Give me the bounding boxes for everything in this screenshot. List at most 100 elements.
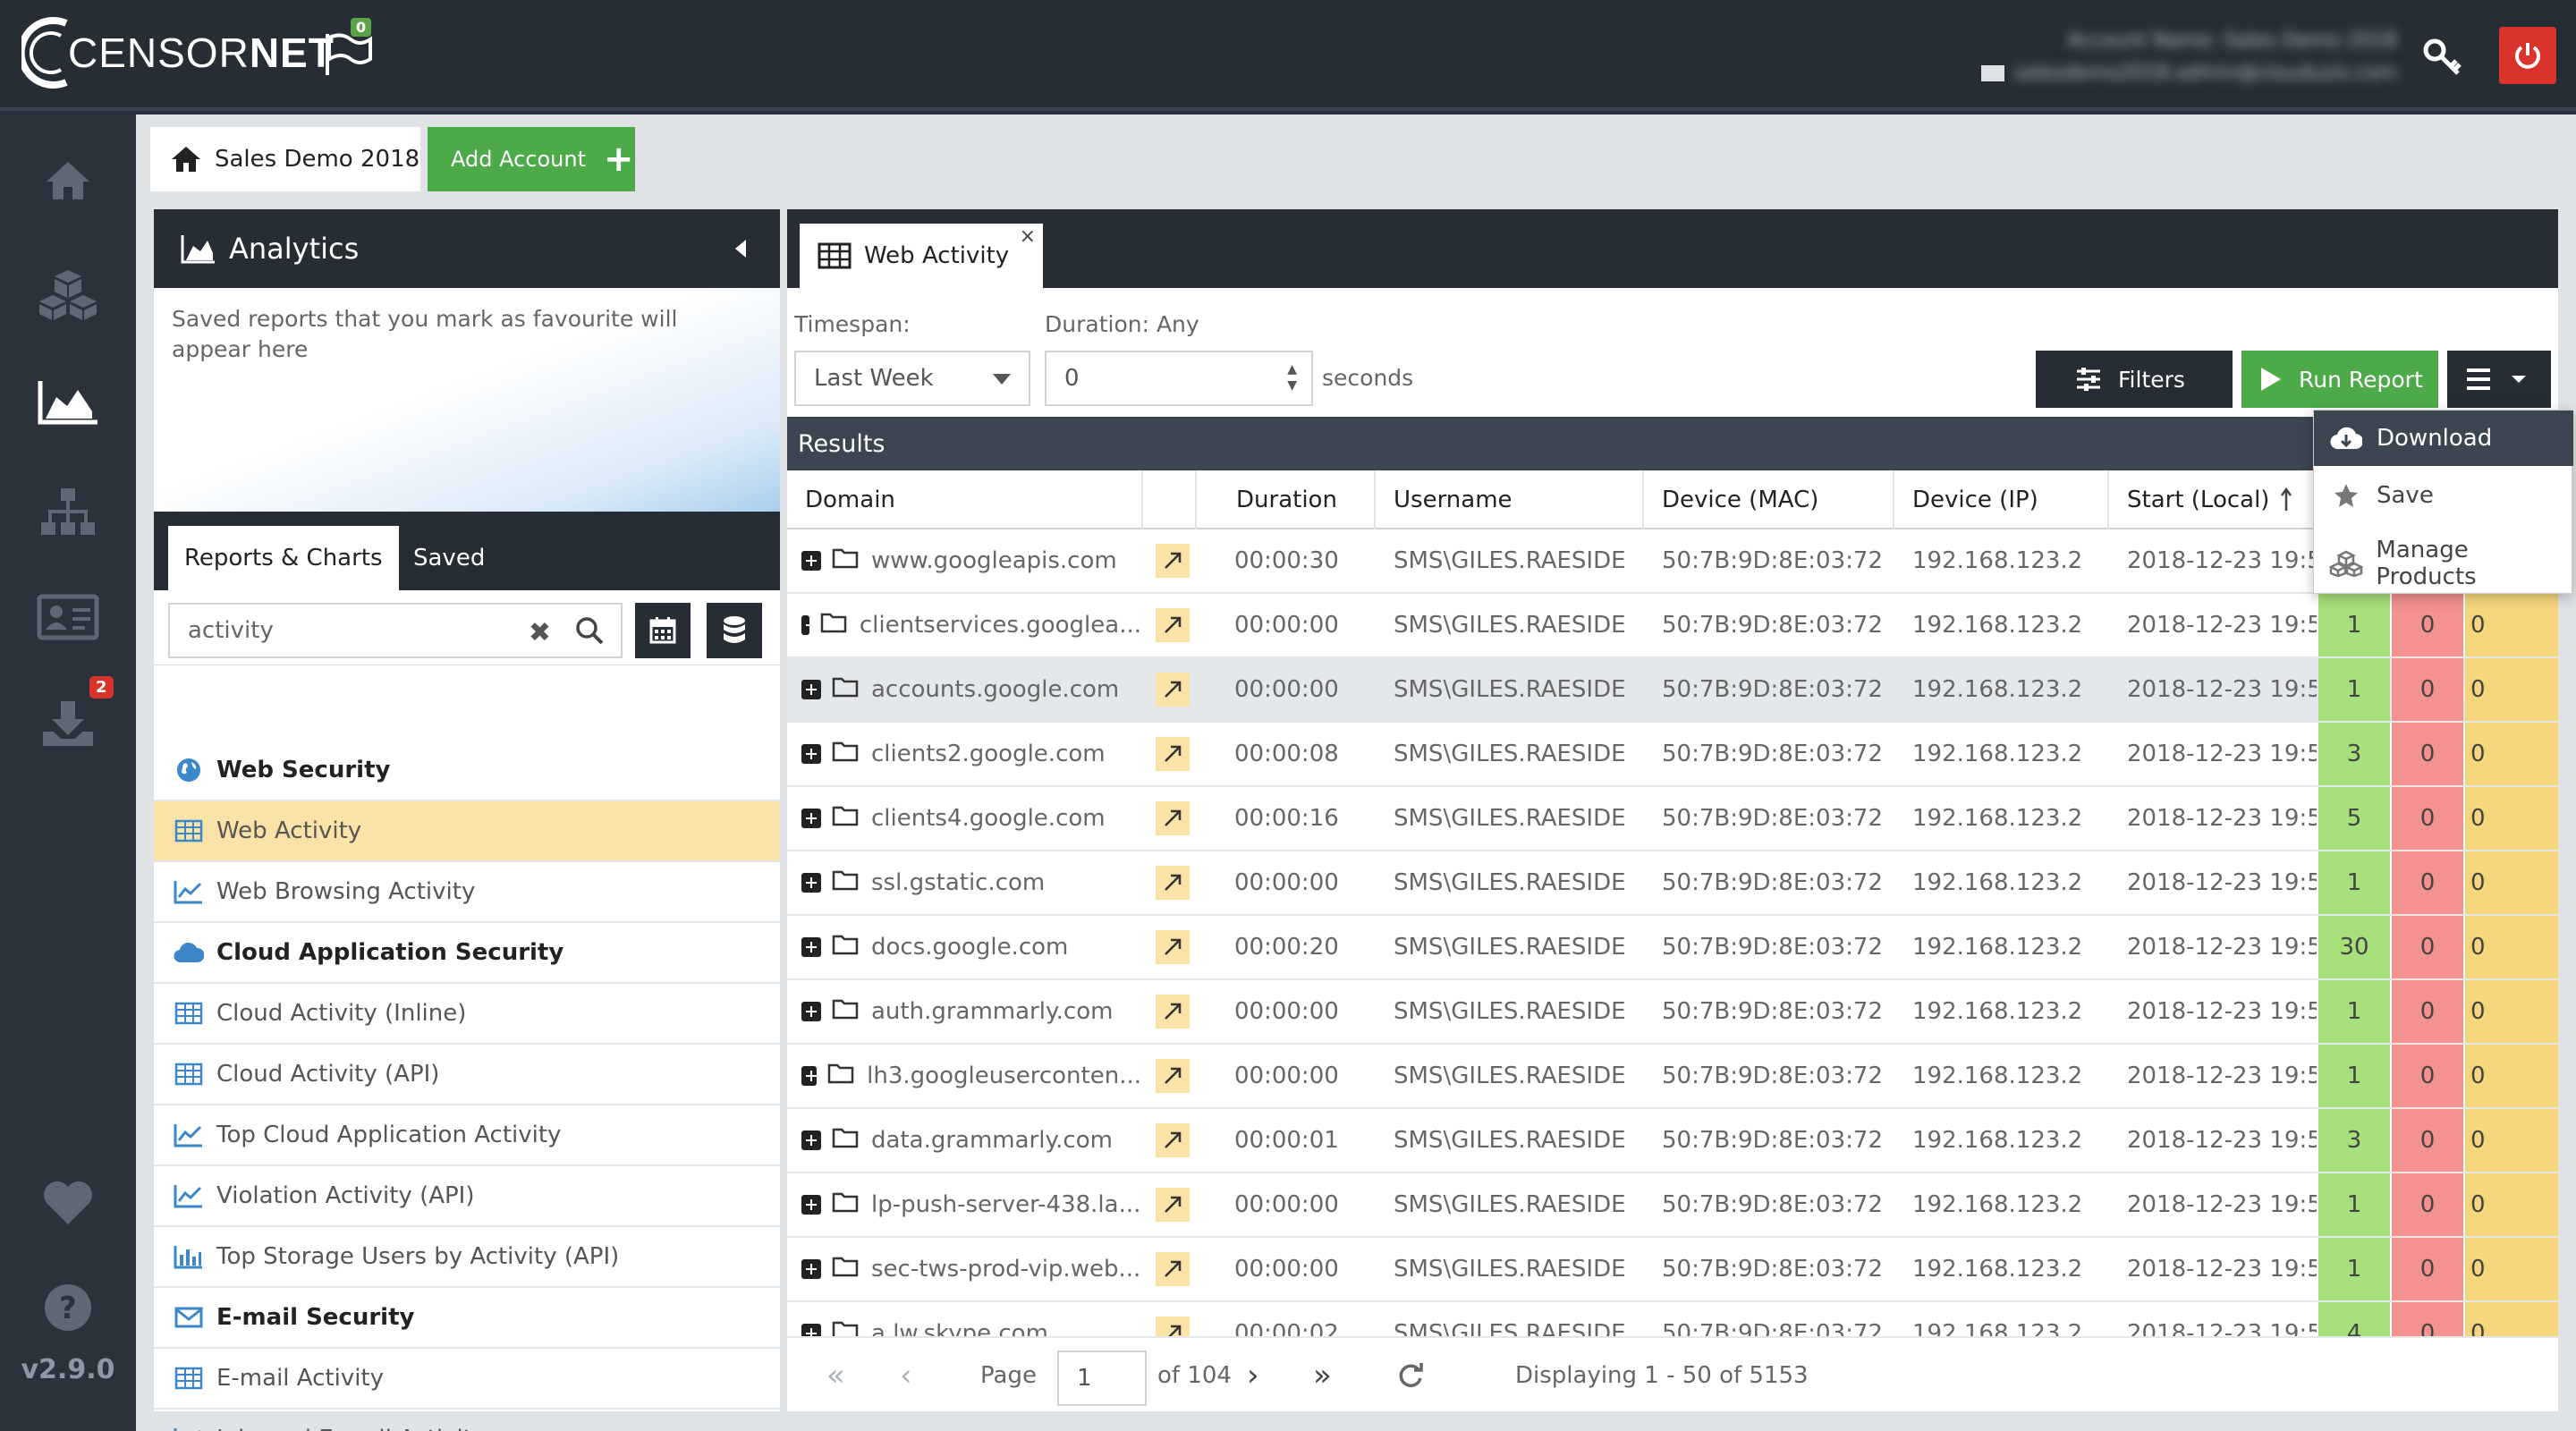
tab-saved[interactable]: Saved: [397, 526, 501, 590]
external-link-icon[interactable]: [1156, 737, 1190, 771]
report-group[interactable]: E-mail Security: [154, 1288, 780, 1349]
first-page-icon[interactable]: «: [826, 1338, 845, 1413]
report-list-item[interactable]: Cloud Activity (Inline): [154, 984, 780, 1045]
domain-value[interactable]: data.grammarly.com: [871, 1127, 1113, 1154]
run-report-button[interactable]: Run Report: [2241, 351, 2438, 408]
external-link-icon[interactable]: [1156, 544, 1190, 578]
expand-icon[interactable]: [801, 1066, 818, 1086]
menu-item-manage-products[interactable]: Manage Products: [2314, 536, 2573, 591]
expand-icon[interactable]: [801, 809, 821, 828]
expand-icon[interactable]: [801, 1259, 821, 1279]
table-row[interactable]: www.googleapis.com 00:00:30 SMS\GILES.RAES…: [787, 529, 2558, 594]
table-row[interactable]: clientservices.googlea... 00:00:00 SMS\GIL…: [787, 594, 2558, 658]
report-list-item[interactable]: Violation Activity (API): [154, 1166, 780, 1227]
heart-icon[interactable]: [36, 1173, 100, 1231]
spinner-arrows-icon[interactable]: ▲ ▼: [1287, 361, 1297, 394]
col-start-local[interactable]: Start (Local): [2109, 470, 2297, 529]
help-icon[interactable]: ?: [36, 1279, 100, 1336]
censornet-logo[interactable]: CENSORNET: [21, 13, 335, 93]
menu-item-download[interactable]: Download: [2314, 411, 2573, 466]
home-icon[interactable]: [36, 152, 100, 209]
external-link-icon[interactable]: [1156, 930, 1190, 964]
search-icon[interactable]: [574, 615, 605, 646]
expand-icon[interactable]: [801, 744, 821, 764]
table-row[interactable]: clients2.google.com 00:00:08 SMS\GILES.RAE…: [787, 723, 2558, 787]
report-group[interactable]: Web Security: [154, 741, 780, 801]
close-tab-icon[interactable]: ×: [1020, 225, 1036, 248]
external-link-icon[interactable]: [1156, 1059, 1190, 1093]
expand-icon[interactable]: [801, 937, 821, 957]
tab-web-activity[interactable]: Web Activity ×: [800, 224, 1043, 288]
report-group[interactable]: Cloud Application Security: [154, 923, 780, 984]
table-row[interactable]: lp-push-server-438.la... 00:00:00 SMS\GILE…: [787, 1173, 2558, 1238]
expand-icon[interactable]: [801, 1130, 821, 1150]
timespan-select[interactable]: Last Week: [794, 351, 1030, 406]
domain-value[interactable]: a.lw.skype.com: [871, 1320, 1048, 1336]
table-row[interactable]: a.lw.skype.com 00:00:02 SMS\GILES.RAESIDE 5…: [787, 1302, 2558, 1336]
domain-value[interactable]: docs.google.com: [871, 934, 1068, 961]
domain-value[interactable]: clients4.google.com: [871, 805, 1106, 832]
external-link-icon[interactable]: [1156, 801, 1190, 835]
expand-icon[interactable]: [801, 873, 821, 893]
expand-icon[interactable]: [801, 680, 821, 699]
tab-reports-charts[interactable]: Reports & Charts: [168, 526, 399, 590]
table-row[interactable]: docs.google.com 00:00:20 SMS\GILES.RAESIDE…: [787, 916, 2558, 980]
key-icon[interactable]: [2415, 30, 2469, 84]
expand-icon[interactable]: [801, 615, 817, 635]
expand-icon[interactable]: [801, 551, 821, 571]
col-domain[interactable]: Domain: [787, 470, 1143, 529]
col-device-ip[interactable]: Device (IP): [1894, 470, 2109, 529]
report-list-item[interactable]: Web Browsing Activity: [154, 862, 780, 923]
external-link-icon[interactable]: [1156, 1252, 1190, 1286]
download-tray-icon[interactable]: [36, 694, 100, 751]
report-list-item[interactable]: E-mail Activity: [154, 1349, 780, 1410]
external-link-icon[interactable]: [1156, 866, 1190, 900]
flag-icon[interactable]: [322, 30, 376, 77]
next-page-icon[interactable]: ›: [1247, 1338, 1259, 1413]
domain-value[interactable]: accounts.google.com: [871, 676, 1119, 703]
expand-icon[interactable]: [801, 1324, 821, 1336]
report-list-item[interactable]: Cloud Activity (API): [154, 1045, 780, 1105]
col-username[interactable]: Username: [1376, 470, 1644, 529]
add-account-button[interactable]: Add Account +: [428, 127, 635, 191]
sitemap-icon[interactable]: [36, 483, 100, 540]
collapse-panel-icon[interactable]: [735, 240, 746, 258]
external-link-icon[interactable]: [1156, 995, 1190, 1029]
col-device-mac[interactable]: Device (MAC): [1644, 470, 1894, 529]
last-page-icon[interactable]: »: [1313, 1338, 1332, 1413]
database-button[interactable]: [707, 603, 762, 658]
filters-button[interactable]: Filters: [2036, 351, 2233, 408]
external-link-icon[interactable]: [1156, 1123, 1190, 1157]
logout-button[interactable]: [2499, 27, 2556, 84]
report-list-item[interactable]: Top Cloud Application Activity: [154, 1105, 780, 1166]
calendar-button[interactable]: [635, 603, 691, 658]
domain-value[interactable]: lh3.googleuserconten...: [867, 1063, 1141, 1089]
actions-menu-button[interactable]: [2447, 351, 2551, 408]
table-row[interactable]: clients4.google.com 00:00:16 SMS\GILES.RAE…: [787, 787, 2558, 851]
domain-value[interactable]: sec-tws-prod-vip.web...: [871, 1256, 1140, 1283]
col-duration[interactable]: Duration: [1197, 470, 1376, 529]
table-row[interactable]: data.grammarly.com 00:00:01 SMS\GILES.RAES…: [787, 1109, 2558, 1173]
page-number-input[interactable]: 1: [1057, 1351, 1147, 1406]
external-link-icon[interactable]: [1156, 1317, 1190, 1336]
domain-value[interactable]: www.googleapis.com: [871, 547, 1117, 574]
domain-value[interactable]: clients2.google.com: [871, 741, 1106, 767]
table-row[interactable]: sec-tws-prod-vip.web... 00:00:00 SMS\GILES…: [787, 1238, 2558, 1302]
analytics-area-chart-icon[interactable]: [36, 374, 100, 431]
table-row[interactable]: ssl.gstatic.com 00:00:00 SMS\GILES.RAESIDE…: [787, 851, 2558, 916]
expand-icon[interactable]: [801, 1002, 821, 1021]
table-row[interactable]: auth.grammarly.com 00:00:00 SMS\GILES.RAES…: [787, 980, 2558, 1045]
external-link-icon[interactable]: [1156, 673, 1190, 707]
cubes-icon[interactable]: [36, 267, 100, 324]
report-list-item[interactable]: Inbound E-mail Activity: [154, 1410, 780, 1431]
domain-value[interactable]: lp-push-server-438.la...: [871, 1191, 1140, 1218]
clear-icon[interactable]: ✖: [529, 617, 551, 648]
refresh-icon[interactable]: [1397, 1338, 1424, 1413]
menu-item-save[interactable]: Save: [2314, 468, 2573, 523]
report-search-input[interactable]: activity ✖: [168, 603, 623, 658]
report-list-item[interactable]: Top Storage Users by Activity (API): [154, 1227, 780, 1288]
domain-value[interactable]: clientservices.googlea...: [860, 612, 1141, 639]
table-row[interactable]: lh3.googleuserconten... 00:00:00 SMS\GILES…: [787, 1045, 2558, 1109]
external-link-icon[interactable]: [1156, 1188, 1190, 1222]
domain-value[interactable]: auth.grammarly.com: [871, 998, 1113, 1025]
